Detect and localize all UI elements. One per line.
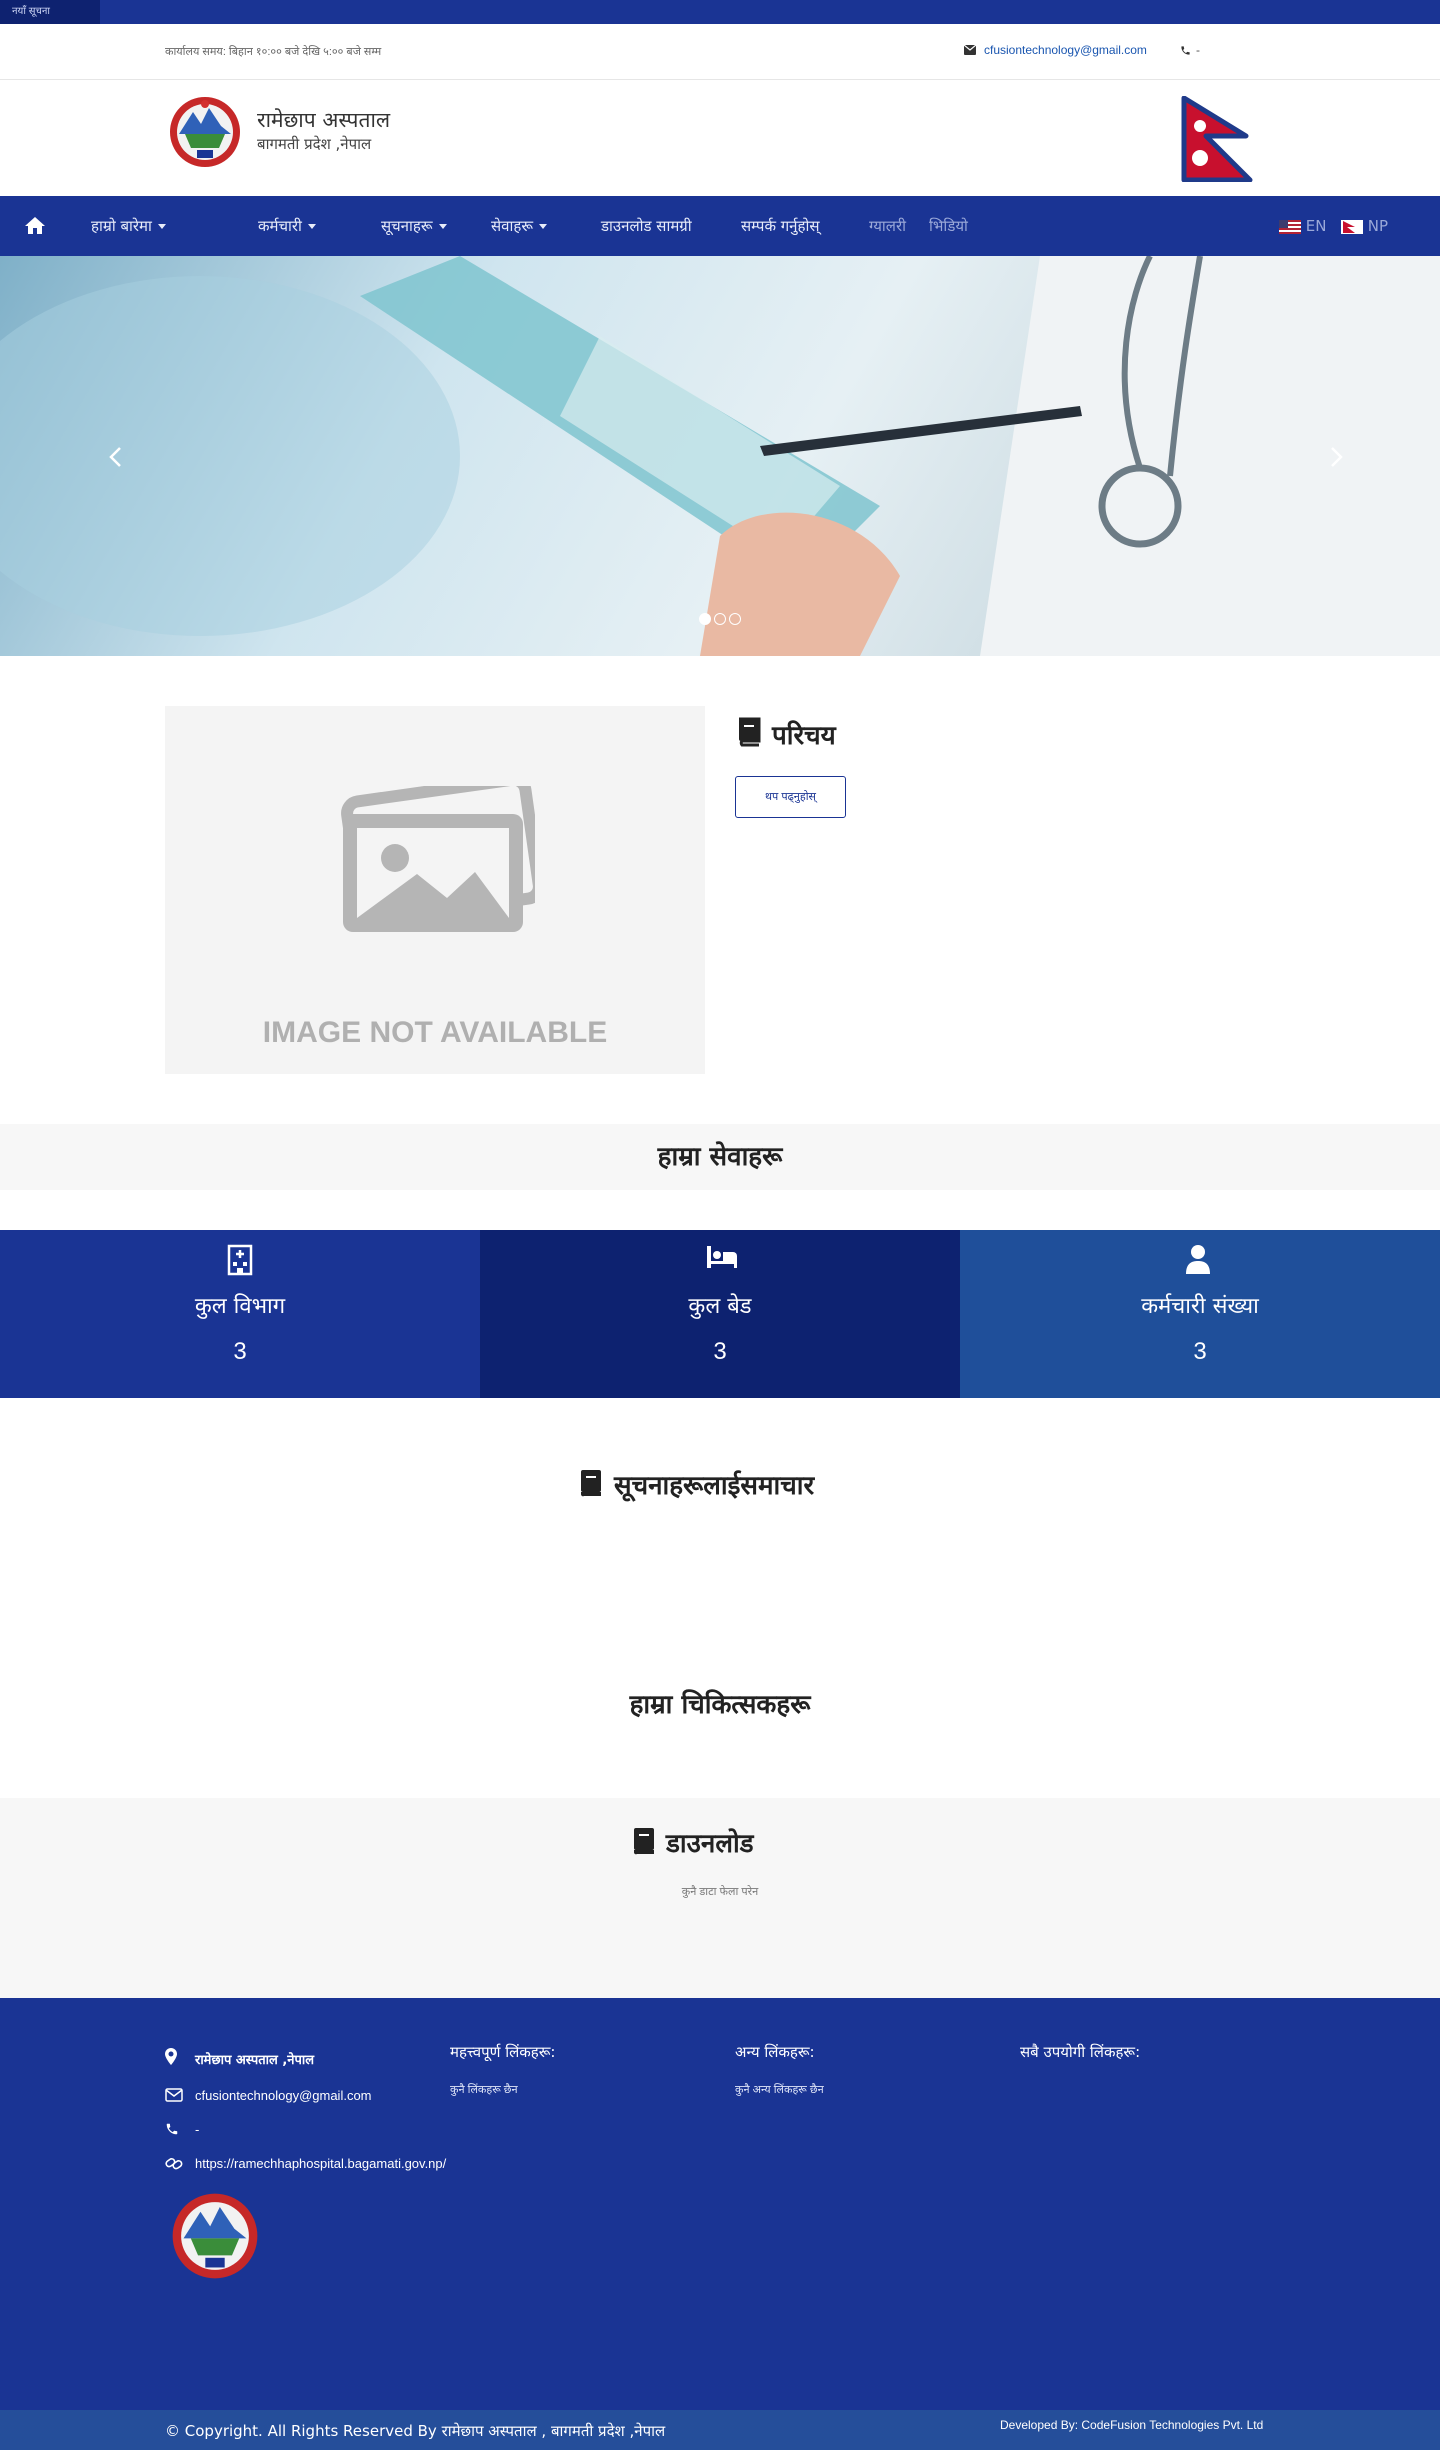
- image-placeholder-icon: [341, 786, 535, 932]
- site-subtitle: बागमती प्रदेश ,नेपाल: [257, 135, 372, 153]
- footer-website-link[interactable]: https://ramechhaphospital.bagamati.gov.n…: [195, 2156, 446, 2171]
- header-phone: -: [1196, 43, 1200, 57]
- map-marker-icon: [165, 2048, 177, 2065]
- news-ticker-tag[interactable]: नयाँ सूचना: [0, 0, 100, 24]
- book-icon: [580, 1470, 601, 1497]
- bed-icon: [707, 1246, 737, 1268]
- services-band: हाम्रा सेवाहरू: [0, 1124, 1440, 1190]
- link-icon: [165, 2158, 183, 2170]
- footer-col-important-heading: महत्त्वपूर्ण लिंकहरू:: [450, 2043, 556, 2061]
- copyright-bar: © Copyright. All Rights Reserved By रामे…: [0, 2410, 1440, 2450]
- main-navbar: हाम्रो बारेमा कर्मचारी सूचनाहरू सेवाहरू …: [0, 196, 1440, 256]
- footer-col-important-text: कुनै लिंकहरू छैन: [450, 2084, 518, 2096]
- envelope-icon: [165, 2088, 183, 2102]
- stats-row: कुल विभाग 3 कुल बेड 3 कर्मचारी संख्या 3: [0, 1230, 1440, 1398]
- lang-en-button[interactable]: EN: [1279, 196, 1326, 256]
- chevron-down-icon: [157, 224, 166, 229]
- nav-contact[interactable]: सम्पर्क गर्नुहोस्: [741, 196, 820, 256]
- footer-col-useful-heading: सबै उपयोगी लिंकहरू:: [1020, 2043, 1141, 2061]
- lang-np-button[interactable]: NP: [1341, 196, 1388, 256]
- carousel-prev-icon[interactable]: [108, 446, 122, 468]
- info-bar: कार्यालय समय: बिहान १०:०० बजे देखि ५:०० …: [0, 24, 1440, 80]
- about-section: IMAGE NOT AVAILABLE परिचय थप पढ्नुहोस्: [0, 656, 1440, 1124]
- user-icon: [1186, 1245, 1210, 1274]
- stat-value: 3: [713, 1338, 727, 1365]
- read-more-button[interactable]: थप पढ्नुहोस्: [735, 776, 846, 818]
- stat-label: कुल विभाग: [194, 1294, 286, 1319]
- copyright-text: © Copyright. All Rights Reserved By रामे…: [165, 2422, 666, 2440]
- envelope-icon: [964, 45, 976, 55]
- stat-value: 3: [233, 1338, 247, 1365]
- nav-about[interactable]: हाम्रो बारेमा: [91, 196, 166, 256]
- stat-beds: कुल बेड 3: [480, 1230, 960, 1398]
- nav-downloads[interactable]: डाउनलोड सामग्री: [601, 196, 692, 256]
- footer-emblem-logo: [172, 2193, 258, 2279]
- phone-icon: [1181, 46, 1190, 55]
- image-not-available-text: IMAGE NOT AVAILABLE: [262, 1016, 608, 1049]
- site-title: रामेछाप अस्पताल: [257, 108, 391, 132]
- about-image-placeholder: IMAGE NOT AVAILABLE: [165, 706, 705, 1074]
- footer-col-other-heading: अन्य लिंकहरू:: [735, 2043, 815, 2061]
- top-strip: नयाँ सूचना: [0, 0, 1440, 24]
- home-icon[interactable]: [24, 216, 46, 235]
- stat-label: कर्मचारी संख्या: [1141, 1294, 1259, 1319]
- nav-notices[interactable]: सूचनाहरू: [381, 196, 447, 256]
- downloads-section: डाउनलोड कुनै डाटा फेला परेन: [0, 1798, 1440, 1998]
- downloads-heading: डाउनलोड: [666, 1829, 754, 1859]
- carousel-dot-3[interactable]: [729, 613, 741, 625]
- header-email-link[interactable]: cfusiontechnology@gmail.com: [984, 43, 1147, 57]
- nepal-flag-small-icon: [1341, 219, 1363, 234]
- book-icon: [633, 1828, 654, 1855]
- stat-staff: कर्मचारी संख्या 3: [960, 1230, 1440, 1398]
- phone-icon: [166, 2123, 178, 2135]
- office-hours: कार्यालय समय: बिहान १०:०० बजे देखि ५:०० …: [165, 46, 382, 58]
- downloads-empty-text: कुनै डाटा फेला परेन: [681, 1886, 759, 1898]
- us-flag-icon: [1279, 219, 1301, 234]
- stat-departments: कुल विभाग 3: [0, 1230, 480, 1398]
- book-icon: [739, 717, 761, 747]
- notices-section: सूचनाहरूलाईसमाचार हाम्रा चिकित्सकहरू: [0, 1398, 1440, 1798]
- services-heading: हाम्रा सेवाहरू: [657, 1142, 783, 1172]
- carousel-dot-2[interactable]: [714, 613, 726, 625]
- footer: रामेछाप अस्पताल ,नेपाल cfusiontechnology…: [0, 1998, 1440, 2410]
- brand-header: रामेछाप अस्पताल बागमती प्रदेश ,नेपाल: [0, 80, 1440, 196]
- stat-value: 3: [1193, 1338, 1207, 1365]
- chevron-down-icon: [438, 224, 447, 229]
- hero-carousel: [0, 256, 1440, 656]
- doctors-heading: हाम्रा चिकित्सकहरू: [629, 1690, 811, 1720]
- chevron-down-icon: [539, 224, 547, 229]
- nav-gallery[interactable]: ग्यालरी: [869, 196, 906, 256]
- notices-heading: सूचनाहरूलाईसमाचार: [614, 1471, 815, 1501]
- hero-image: [0, 256, 1440, 656]
- footer-email-link[interactable]: cfusiontechnology@gmail.com: [195, 2088, 372, 2103]
- stat-label: कुल बेड: [688, 1294, 752, 1319]
- developer-credit[interactable]: Developed By: CodeFusion Technologies Pv…: [1000, 2418, 1263, 2432]
- nepal-flag-icon: [1181, 96, 1253, 182]
- carousel-next-icon[interactable]: [1330, 446, 1344, 468]
- nav-staff[interactable]: कर्मचारी: [258, 196, 316, 256]
- carousel-dot-1[interactable]: [699, 613, 711, 625]
- chevron-down-icon: [307, 224, 316, 229]
- nav-video[interactable]: भिडियो: [929, 196, 968, 256]
- footer-address: रामेछाप अस्पताल ,नेपाल: [195, 2053, 315, 2068]
- footer-col-other-text: कुनै अन्य लिंकहरू छैन: [735, 2084, 824, 2096]
- nav-services[interactable]: सेवाहरू: [491, 196, 547, 256]
- nepal-emblem-logo[interactable]: [165, 94, 245, 170]
- footer-phone: -: [195, 2122, 200, 2137]
- about-heading: परिचय: [772, 721, 836, 751]
- hospital-icon: [227, 1244, 253, 1276]
